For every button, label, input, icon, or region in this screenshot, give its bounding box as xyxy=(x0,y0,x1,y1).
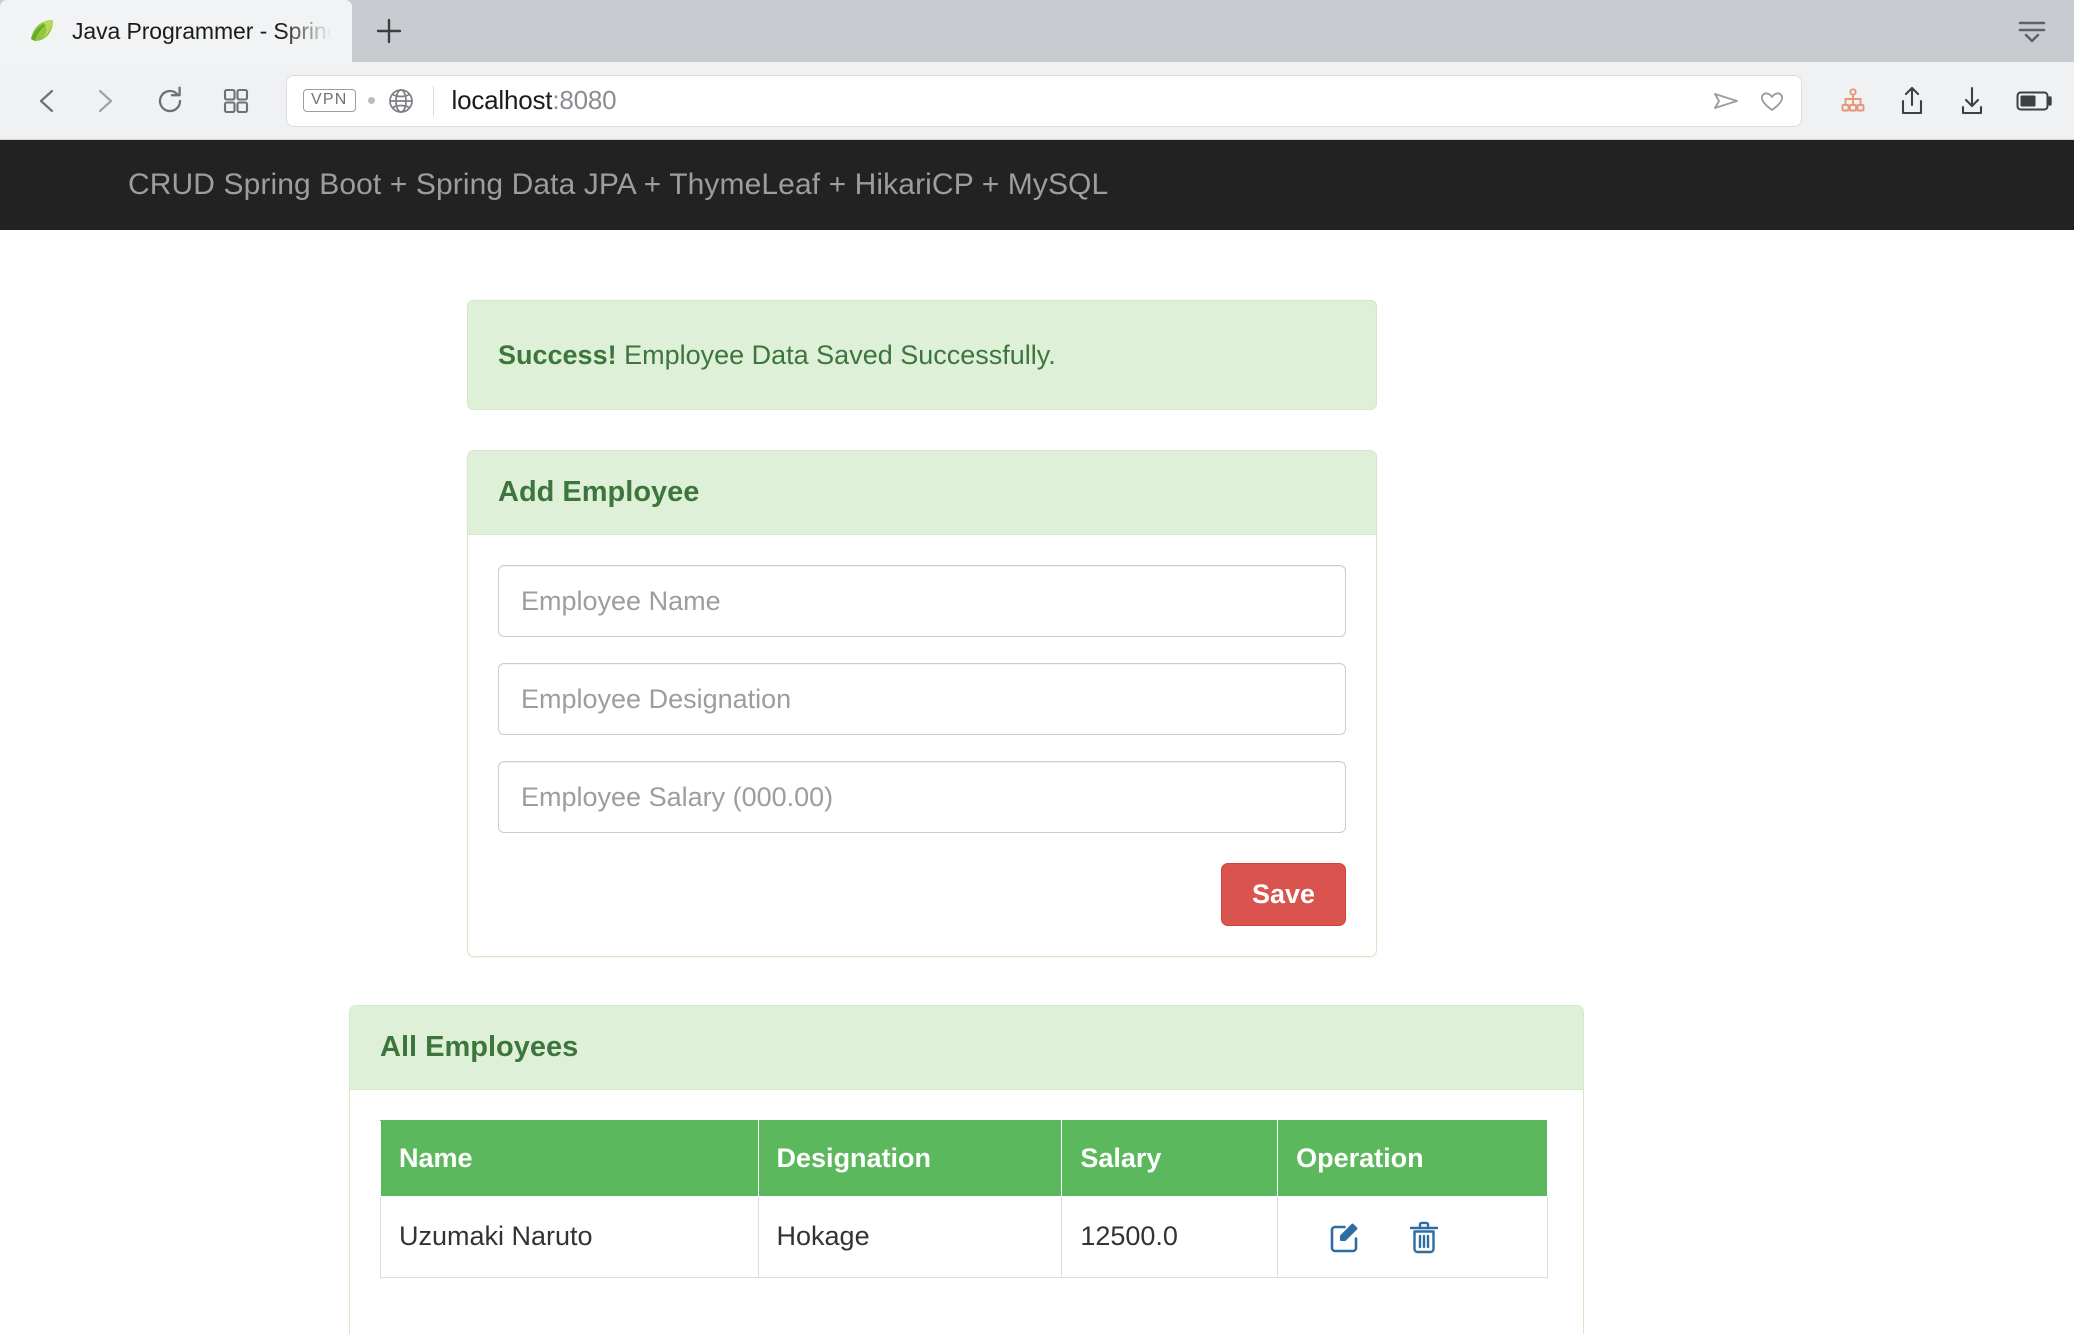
form-column: Success! Employee Data Saved Successfull… xyxy=(467,300,1377,958)
table-row: Uzumaki Naruto Hokage 12500.0 xyxy=(380,1195,1548,1278)
share-upload-icon[interactable] xyxy=(1896,85,1928,117)
vpn-badge: VPN xyxy=(303,89,356,112)
employee-name-input[interactable] xyxy=(498,565,1346,638)
success-alert: Success! Employee Data Saved Successfull… xyxy=(467,300,1377,411)
tab-strip: Java Programmer - Spring Boot xyxy=(0,0,2074,62)
employee-salary-input[interactable] xyxy=(498,761,1346,834)
show-all-tabs-icon[interactable] xyxy=(2000,0,2064,62)
url-port: :8080 xyxy=(552,85,617,115)
url-divider xyxy=(432,85,434,116)
cell-operation xyxy=(1277,1195,1548,1278)
column-header-operation: Operation xyxy=(1277,1119,1548,1197)
battery-icon xyxy=(2016,90,2054,112)
save-button[interactable]: Save xyxy=(1220,863,1346,927)
employees-table-head: Name Designation Salary Operation xyxy=(380,1119,1548,1197)
alert-strong: Success! xyxy=(498,340,617,370)
column-header-designation: Designation xyxy=(757,1119,1063,1197)
cell-designation: Hokage xyxy=(757,1195,1063,1278)
navbar-brand[interactable]: CRUD Spring Boot + Spring Data JPA + Thy… xyxy=(0,168,1108,202)
url-text: localhost:8080 xyxy=(452,85,617,116)
employees-table: Name Designation Salary Operation Uzumak… xyxy=(380,1119,1548,1278)
separator-dot xyxy=(367,97,375,104)
add-employee-panel-heading: Add Employee xyxy=(468,451,1376,536)
all-employees-panel-heading: All Employees xyxy=(350,1006,1583,1090)
column-header-salary: Salary xyxy=(1061,1119,1279,1197)
employee-designation-input[interactable] xyxy=(498,663,1346,736)
trash-icon[interactable] xyxy=(1408,1219,1440,1255)
site-navbar: CRUD Spring Boot + Spring Data JPA + Thy… xyxy=(0,140,2074,230)
reload-button[interactable] xyxy=(142,73,198,129)
sitemap-icon[interactable] xyxy=(1838,86,1868,116)
add-employee-panel: Add Employee Save xyxy=(467,450,1377,958)
browser-tab[interactable]: Java Programmer - Spring Boot xyxy=(0,0,352,62)
add-employee-title: Add Employee xyxy=(498,476,700,509)
table-header-row: Name Designation Salary Operation xyxy=(380,1119,1548,1197)
cell-name: Uzumaki Naruto xyxy=(380,1195,759,1278)
paper-plane-icon[interactable] xyxy=(1711,86,1741,116)
column-header-name: Name xyxy=(380,1119,759,1197)
forward-button[interactable] xyxy=(76,73,132,129)
tab-title: Java Programmer - Spring Boot xyxy=(72,17,352,44)
globe-icon xyxy=(387,87,415,115)
page-container: Success! Employee Data Saved Successfull… xyxy=(297,300,1777,1334)
new-tab-button[interactable] xyxy=(352,0,426,62)
cell-salary: 12500.0 xyxy=(1061,1195,1279,1278)
all-employees-panel: All Employees Name Designation Salary Op… xyxy=(349,1005,1584,1334)
form-actions: Save xyxy=(498,859,1346,927)
all-employees-title: All Employees xyxy=(380,1031,579,1064)
grid-squares-icon[interactable] xyxy=(208,73,264,129)
edit-square-pencil-icon[interactable] xyxy=(1326,1219,1362,1255)
address-bar[interactable]: VPN localhost:8080 xyxy=(286,74,1802,127)
all-employees-panel-body: Name Designation Salary Operation Uzumak… xyxy=(350,1090,1583,1334)
browser-toolbar: VPN localhost:8080 xyxy=(0,62,2074,140)
spring-leaf-icon xyxy=(28,17,56,45)
heart-icon[interactable] xyxy=(1757,86,1787,116)
toolbar-right-icons xyxy=(1828,85,2054,117)
list-column: All Employees Name Designation Salary Op… xyxy=(349,1005,1584,1334)
page-viewport: CRUD Spring Boot + Spring Data JPA + Thy… xyxy=(0,140,2074,1334)
back-button[interactable] xyxy=(20,73,76,129)
browser-window: Java Programmer - Spring Boot xyxy=(0,0,2074,1334)
url-host: localhost xyxy=(451,85,553,115)
add-employee-panel-body: Save xyxy=(468,535,1376,956)
alert-message: Employee Data Saved Successfully. xyxy=(616,340,1056,370)
employees-table-body: Uzumaki Naruto Hokage 12500.0 xyxy=(380,1195,1548,1278)
download-icon[interactable] xyxy=(1956,85,1988,117)
